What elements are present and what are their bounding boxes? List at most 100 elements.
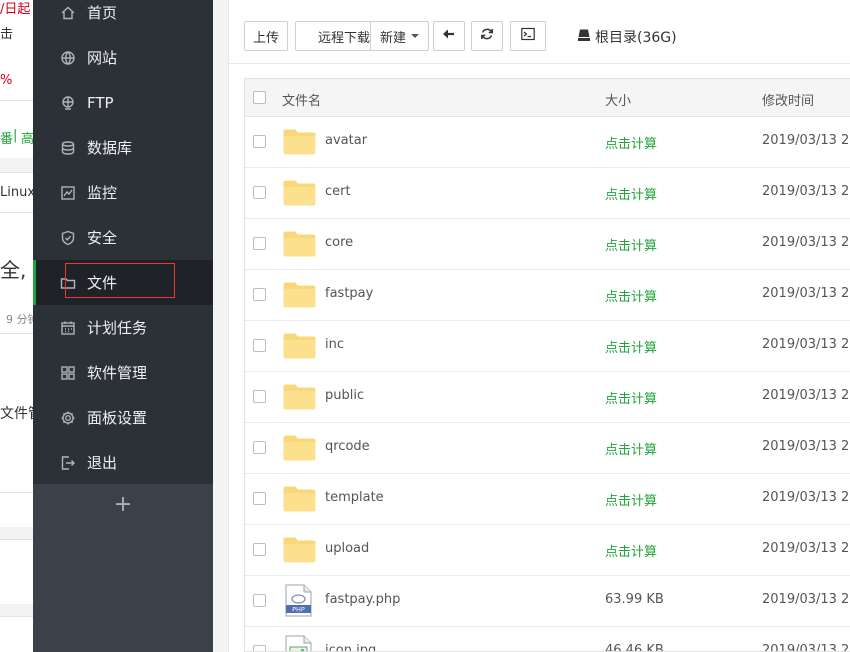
modified-time: 2019/03/13 20:2	[762, 439, 850, 454]
row-checkbox[interactable]	[253, 186, 266, 199]
sidebar-item-ftp[interactable]: FTP	[33, 80, 213, 125]
file-name[interactable]: icon.jpg	[325, 643, 376, 651]
header-name[interactable]: 文件名	[282, 90, 321, 109]
sidebar-menu: 首页 网站 FTP 数据库 监控 安全 文件 计划任务 软件管理 面板设置 退出	[33, 0, 213, 484]
sidebar-item-label: 监控	[87, 184, 118, 202]
sidebar-item-home[interactable]: 首页	[33, 0, 213, 35]
sidebar-item-database[interactable]: 数据库	[33, 125, 213, 170]
background-page-strip: /日起 击 % 番 | 高 Linux 全, 9 分钟 文件管	[0, 0, 33, 652]
table-row[interactable]: fastpay 点击计算 2019/03/13 20:2	[245, 270, 850, 321]
sidebar-item-monitor[interactable]: 监控	[33, 170, 213, 215]
file-name[interactable]: inc	[325, 337, 344, 352]
file-name[interactable]: core	[325, 235, 353, 250]
sidebar-item-label: 退出	[87, 454, 118, 472]
svg-text:PHP: PHP	[292, 606, 305, 614]
calc-size-link[interactable]: 点击计算	[605, 184, 657, 203]
file-name[interactable]: fastpay.php	[325, 592, 400, 607]
calc-size-link[interactable]: 点击计算	[605, 439, 657, 458]
new-button[interactable]: 新建	[370, 21, 429, 51]
table-row[interactable]: avatar 点击计算 2019/03/13 20:2	[245, 117, 850, 168]
calendar-icon	[59, 319, 77, 337]
select-all-checkbox[interactable]	[253, 91, 266, 104]
folder-icon	[283, 537, 316, 563]
row-checkbox[interactable]	[253, 441, 266, 454]
row-checkbox[interactable]	[253, 339, 266, 352]
sidebar-item-website[interactable]: 网站	[33, 35, 213, 80]
sidebar-item-label: FTP	[87, 93, 114, 112]
disk-label: 根目录(36G)	[595, 30, 677, 46]
database-icon	[59, 139, 77, 157]
table-row[interactable]: qrcode 点击计算 2019/03/13 20:2	[245, 423, 850, 474]
globe-icon	[59, 49, 77, 67]
sidebar-item-cron[interactable]: 计划任务	[33, 305, 213, 350]
refresh-button[interactable]	[471, 21, 503, 51]
table-row[interactable]: core 点击计算 2019/03/13 20:2	[245, 219, 850, 270]
sidebar-item-software[interactable]: 软件管理	[33, 350, 213, 395]
folder-icon	[283, 180, 316, 206]
row-checkbox[interactable]	[253, 594, 266, 607]
table-row[interactable]: public 点击计算 2019/03/13 20:2	[245, 372, 850, 423]
new-button-label: 新建	[379, 30, 406, 46]
sidebar: 首页 网站 FTP 数据库 监控 安全 文件 计划任务 软件管理 面板设置 退出…	[33, 0, 213, 652]
sidebar-item-label: 安全	[87, 229, 118, 247]
refresh-icon	[480, 27, 494, 45]
row-checkbox[interactable]	[253, 135, 266, 148]
table-row[interactable]: icon.jpg 46.46 KB 2019/03/13 20:2	[245, 627, 850, 652]
calc-size-link[interactable]: 点击计算	[605, 286, 657, 305]
terminal-button[interactable]	[510, 21, 546, 51]
hdd-icon	[577, 28, 595, 46]
modified-time: 2019/03/13 20:2	[762, 286, 850, 301]
row-checkbox[interactable]	[253, 288, 266, 301]
sidebar-item-label: 软件管理	[87, 364, 148, 382]
add-button[interactable]: +	[111, 491, 135, 519]
table-row[interactable]: cert 点击计算 2019/03/13 20:2	[245, 168, 850, 219]
toolbar: 上传 远程下载 新建 根目录(36G)	[229, 0, 850, 64]
arrow-left-icon	[442, 27, 456, 45]
sidebar-item-label: 计划任务	[87, 319, 148, 337]
modified-time: 2019/03/13 20:2	[762, 184, 850, 199]
ftp-icon	[59, 94, 77, 112]
sidebar-item-label: 首页	[87, 4, 118, 22]
header-time[interactable]: 修改时间	[762, 90, 814, 109]
file-size: 46.46 KB	[605, 643, 664, 652]
file-name[interactable]: template	[325, 490, 384, 505]
sidebar-item-settings[interactable]: 面板设置	[33, 395, 213, 440]
file-name[interactable]: public	[325, 388, 364, 403]
row-checkbox[interactable]	[253, 543, 266, 556]
file-name[interactable]: cert	[325, 184, 351, 199]
calc-size-link[interactable]: 点击计算	[605, 133, 657, 152]
bg-fragment: %	[0, 73, 13, 88]
gear-icon	[59, 409, 77, 427]
calc-size-link[interactable]: 点击计算	[605, 490, 657, 509]
calc-size-link[interactable]: 点击计算	[605, 388, 657, 407]
home-icon	[59, 4, 77, 22]
calc-size-link[interactable]: 点击计算	[605, 337, 657, 356]
row-checkbox[interactable]	[253, 492, 266, 505]
calc-size-link[interactable]: 点击计算	[605, 541, 657, 560]
modified-time: 2019/03/13 20:2	[762, 133, 850, 148]
file-name[interactable]: avatar	[325, 133, 367, 148]
highlight-annotation	[65, 263, 175, 298]
file-name[interactable]: qrcode	[325, 439, 370, 454]
row-checkbox[interactable]	[253, 237, 266, 250]
disk-selector[interactable]: 根目录(36G)	[577, 27, 677, 47]
table-row[interactable]: PHP fastpay.php 63.99 KB 2019/03/13 20:4	[245, 576, 850, 627]
sidebar-item-security[interactable]: 安全	[33, 215, 213, 260]
row-checkbox[interactable]	[253, 390, 266, 403]
upload-button[interactable]: 上传	[244, 21, 288, 51]
table-row[interactable]: inc 点击计算 2019/03/13 20:2	[245, 321, 850, 372]
folder-icon	[283, 384, 316, 410]
file-name[interactable]: upload	[325, 541, 369, 556]
apps-icon	[59, 364, 77, 382]
calc-size-link[interactable]: 点击计算	[605, 235, 657, 254]
row-checkbox[interactable]	[253, 645, 266, 651]
file-table: 文件名 大小 修改时间 avatar点击计算2019/03/13 20:2cer…	[244, 78, 850, 652]
back-button[interactable]	[433, 21, 465, 51]
sidebar-item-logout[interactable]: 退出	[33, 440, 213, 485]
header-size[interactable]: 大小	[605, 90, 631, 109]
table-row[interactable]: upload 点击计算 2019/03/13 20:2	[245, 525, 850, 576]
file-name[interactable]: fastpay	[325, 286, 373, 301]
table-row[interactable]: template 点击计算 2019/03/13 20:2	[245, 474, 850, 525]
sidebar-item-label: 网站	[87, 49, 118, 67]
modified-time: 2019/03/13 20:2	[762, 643, 850, 652]
